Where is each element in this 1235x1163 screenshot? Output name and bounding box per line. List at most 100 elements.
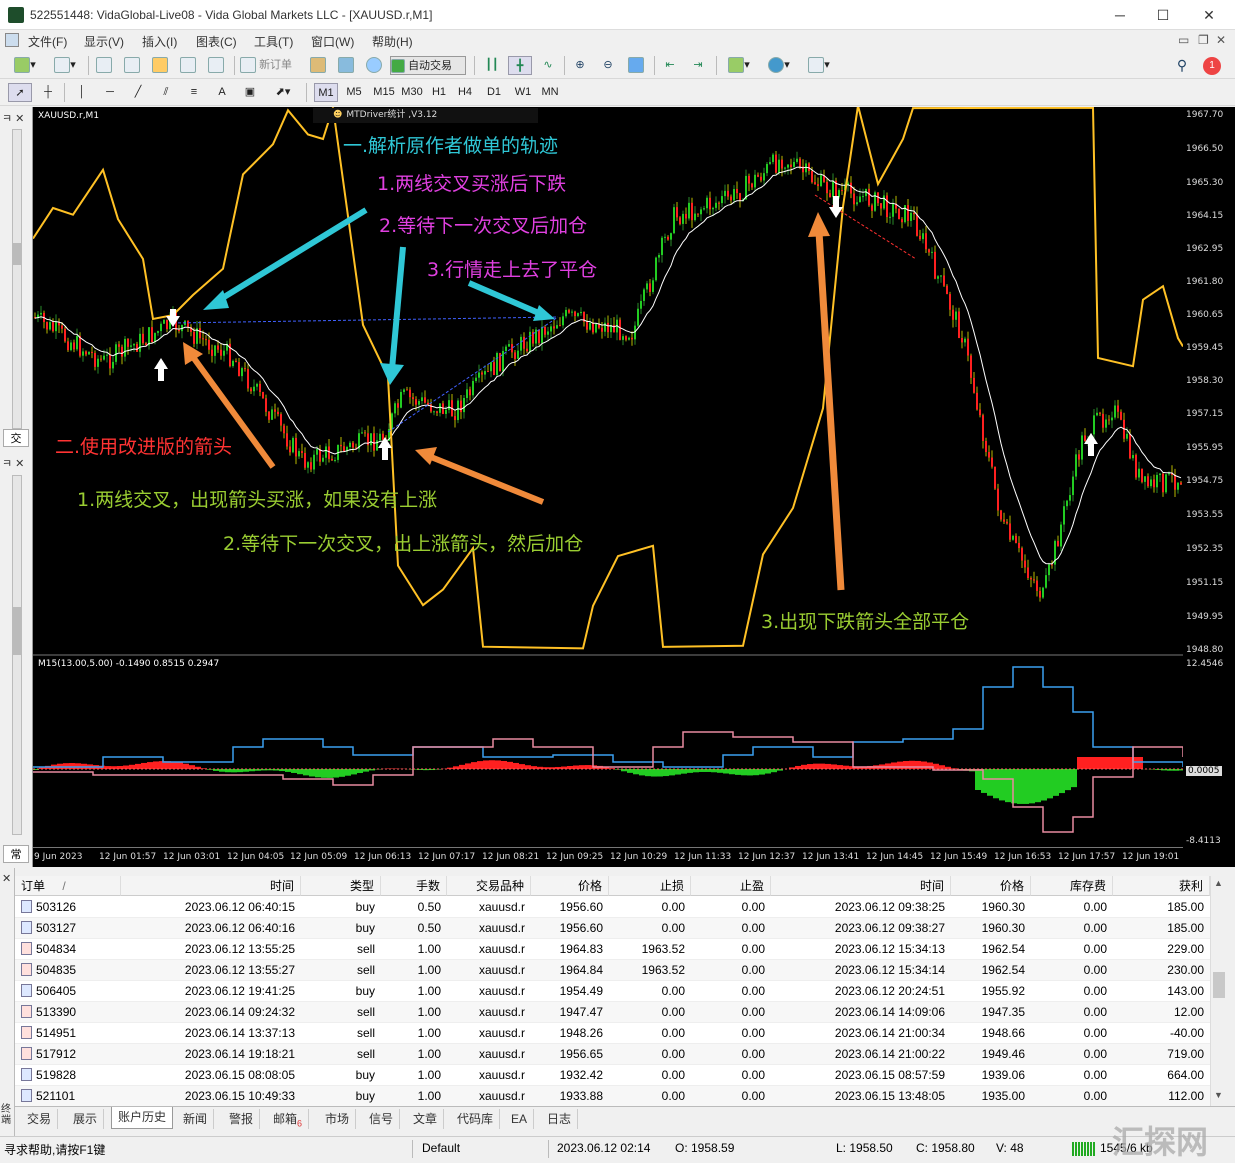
table-row[interactable]: 5179122023.06.14 19:18:21sell1.00xauusd.… (15, 1044, 1210, 1065)
col-tp[interactable]: 止盈 (691, 876, 771, 896)
templates-button[interactable]: ▾ (802, 56, 836, 75)
menu-view[interactable]: 显示(V) (84, 33, 124, 50)
zoom-out-icon[interactable]: ⊖ (598, 56, 618, 75)
tf-d1-button[interactable]: D1 (483, 83, 505, 102)
periods-button[interactable]: ▾ (762, 56, 796, 75)
auto-trade-button[interactable]: 自动交易 (390, 56, 466, 75)
notification-icon[interactable]: 1 (1203, 57, 1221, 75)
tab-experts[interactable]: EA (505, 1109, 534, 1129)
left-scrollbar-2[interactable] (12, 475, 22, 835)
left-tab-trade[interactable]: 交 (3, 429, 29, 447)
menu-help[interactable]: 帮助(H) (372, 33, 413, 50)
table-scrollbar[interactable]: ▲ ▼ (1210, 876, 1227, 1106)
tf-m15-button[interactable]: M15 (370, 83, 398, 102)
table-row[interactable]: 5198282023.06.15 08:08:05buy1.00xauusd.r… (15, 1065, 1210, 1086)
table-row[interactable]: 5031262023.06.12 06:40:15buy0.50xauusd.r… (15, 897, 1210, 918)
navigator-close-icon[interactable]: ㅋ ✕ (2, 455, 28, 471)
tf-m5-button[interactable]: M5 (342, 83, 366, 102)
menu-tools[interactable]: 工具(T) (254, 33, 293, 50)
minimize-button[interactable]: ─ (1097, 0, 1143, 30)
vertical-line-tool[interactable]: │ (72, 83, 92, 102)
arrows-tool[interactable]: ⬈▾ (268, 83, 298, 102)
tf-h4-button[interactable]: H4 (454, 83, 476, 102)
col-sl[interactable]: 止损 (609, 876, 691, 896)
col-swap[interactable]: 库存费 (1031, 876, 1113, 896)
col-order[interactable]: 订单 / (15, 876, 121, 896)
tab-code-base[interactable]: 代码库 (451, 1109, 500, 1129)
text-label-tool[interactable]: ▣ (240, 83, 260, 102)
col-open-price[interactable]: 价格 (531, 876, 609, 896)
tab-alerts[interactable]: 警报 (223, 1109, 260, 1129)
mdi-restore-icon[interactable]: ❐ (1198, 33, 1209, 47)
left-scroll-thumb-2[interactable] (12, 607, 22, 655)
tile-windows-button[interactable] (626, 56, 646, 75)
tab-journal[interactable]: 日志 (541, 1109, 578, 1129)
trendline-tool[interactable]: ╱ (128, 83, 148, 102)
terminal-button[interactable] (178, 56, 198, 75)
new-chart-button[interactable]: ▾ (8, 56, 42, 75)
col-profit[interactable]: 获利 (1113, 876, 1210, 896)
crosshair-tool[interactable]: ┼ (38, 83, 58, 102)
bar-chart-button[interactable]: ┃┃ (482, 56, 502, 75)
menu-file[interactable]: 文件(F) (28, 33, 67, 50)
tab-account-history[interactable]: 账户历史 (111, 1107, 173, 1129)
col-type[interactable]: 类型 (301, 876, 381, 896)
zoom-in-icon[interactable]: ⊕ (570, 56, 590, 75)
tf-m1-button[interactable]: M1 (314, 83, 338, 102)
tf-m30-button[interactable]: M30 (398, 83, 426, 102)
left-tab-common[interactable]: 常 (3, 845, 29, 863)
col-open-time[interactable]: 时间 (121, 876, 301, 896)
table-row[interactable]: 5211012023.06.15 10:49:33buy1.00xauusd.r… (15, 1086, 1210, 1107)
maximize-button[interactable]: ☐ (1140, 0, 1186, 30)
col-lots[interactable]: 手数 (381, 876, 447, 896)
menu-window[interactable]: 窗口(W) (311, 33, 354, 50)
terminal-close-icon[interactable]: ✕ (2, 872, 11, 885)
table-row[interactable]: 5048352023.06.12 13:55:27sell1.00xauusd.… (15, 960, 1210, 981)
text-tool[interactable]: A (212, 83, 232, 102)
line-chart-button[interactable]: ∿ (538, 56, 558, 75)
tab-trade[interactable]: 交易 (21, 1109, 58, 1129)
navigator-button[interactable] (122, 56, 142, 75)
col-close-price[interactable]: 价格 (951, 876, 1031, 896)
search-icon[interactable]: ⚲ (1172, 56, 1192, 75)
tab-news[interactable]: 新闻 (177, 1109, 214, 1129)
scroll-thumb[interactable] (1213, 972, 1225, 998)
tf-mn-button[interactable]: MN (538, 83, 562, 102)
close-button[interactable]: ✕ (1186, 0, 1232, 30)
metaeditor-button[interactable] (308, 56, 328, 75)
mdi-close-icon[interactable]: ✕ (1216, 33, 1226, 47)
tf-h1-button[interactable]: H1 (428, 83, 450, 102)
market-watch-button[interactable] (94, 56, 114, 75)
left-scroll-thumb[interactable] (12, 243, 22, 265)
tab-mailbox[interactable]: 邮箱6 (267, 1109, 309, 1129)
table-row[interactable]: 5031272023.06.12 06:40:16buy0.50xauusd.r… (15, 918, 1210, 939)
favorites-button[interactable] (150, 56, 170, 75)
menu-chart[interactable]: 图表(C) (196, 33, 237, 50)
tester-button[interactable] (206, 56, 226, 75)
menu-insert[interactable]: 插入(I) (142, 33, 177, 50)
vps-button[interactable] (364, 56, 384, 75)
tab-articles[interactable]: 文章 (407, 1109, 444, 1129)
table-row[interactable]: 5133902023.06.14 09:24:32sell1.00xauusd.… (15, 1002, 1210, 1023)
market-watch-close-icon[interactable]: ㅋ ✕ (2, 110, 28, 126)
account-history-table[interactable]: 订单 / 时间 类型 手数 交易品种 价格 止损 止盈 时间 价格 库存费 获利… (15, 876, 1210, 1106)
signals-button[interactable] (336, 56, 356, 75)
tab-exposure[interactable]: 展示 (67, 1109, 104, 1129)
horizontal-line-tool[interactable]: ─ (100, 83, 120, 102)
chart-shift-button[interactable]: ⇥ (688, 56, 708, 75)
chart-window[interactable]: XAUUSD.r,M1 ☻MTDriver统计 ,V3.12 M15(13.00… (33, 107, 1183, 867)
cursor-tool[interactable]: ➚ (8, 83, 32, 102)
mdi-minimize-icon[interactable]: ▭ (1178, 33, 1189, 47)
tf-w1-button[interactable]: W1 (512, 83, 534, 102)
new-order-button[interactable]: 新订单 (240, 56, 302, 75)
col-symbol[interactable]: 交易品种 (447, 876, 531, 896)
tab-market[interactable]: 市场 (319, 1109, 356, 1129)
connection-icon[interactable] (1072, 1142, 1096, 1156)
table-row[interactable]: 5064052023.06.12 19:41:25buy1.00xauusd.r… (15, 981, 1210, 1002)
scroll-down-icon[interactable]: ▼ (1214, 1090, 1223, 1100)
equidistant-channel-tool[interactable]: ⫽ (156, 83, 176, 102)
tab-signals[interactable]: 信号 (363, 1109, 400, 1129)
autoscroll-button[interactable]: ⇤ (660, 56, 680, 75)
table-row[interactable]: 5048342023.06.12 13:55:25sell1.00xauusd.… (15, 939, 1210, 960)
left-scrollbar[interactable] (12, 129, 22, 429)
